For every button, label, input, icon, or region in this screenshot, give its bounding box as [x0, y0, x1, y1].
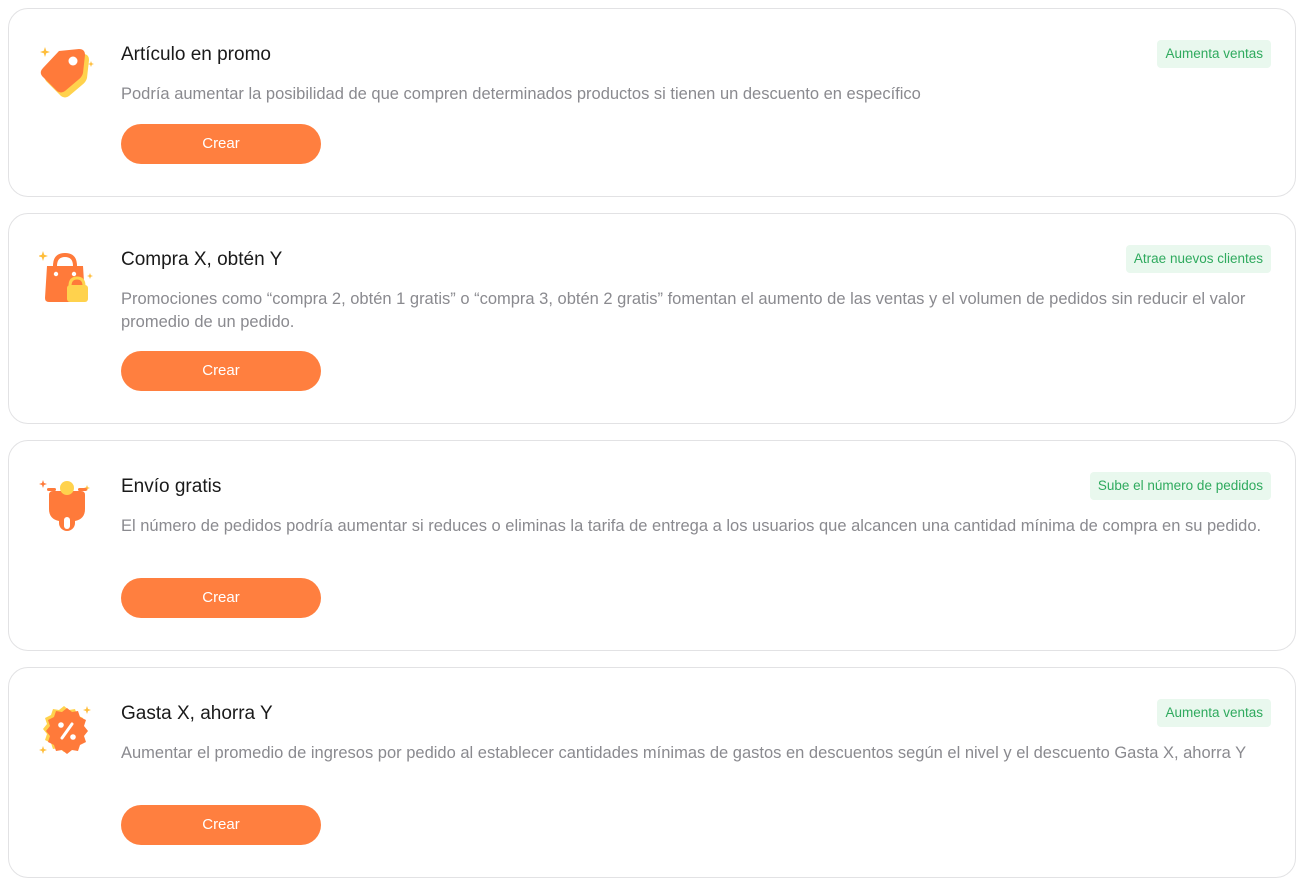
status-badge: Aumenta ventas	[1157, 699, 1271, 727]
card-description: Aumentar el promedio de ingresos por ped…	[121, 744, 1247, 762]
card-description: Promociones como “compra 2, obtén 1 grat…	[121, 290, 1246, 331]
percent-badge-icon	[39, 702, 95, 758]
card-description: Podría aumentar la posibilidad de que co…	[121, 85, 921, 103]
promo-card-compra-x-obten-y: Compra X, obtén Y Atrae nuevos clientes …	[8, 213, 1296, 424]
promo-card-articulo-en-promo: Artículo en promo Aumenta ventas Podría …	[8, 8, 1296, 197]
promo-card-envio-gratis: Envío gratis Sube el número de pedidos E…	[8, 440, 1296, 651]
status-badge: Sube el número de pedidos	[1089, 472, 1271, 500]
card-title: Artículo en promo	[121, 44, 271, 65]
create-button[interactable]: Crear	[121, 578, 321, 618]
create-button[interactable]: Crear	[121, 805, 321, 845]
card-title: Gasta X, ahorra Y	[121, 703, 273, 724]
create-button[interactable]: Crear	[121, 124, 321, 164]
status-badge: Aumenta ventas	[1157, 40, 1271, 68]
status-badge: Atrae nuevos clientes	[1125, 245, 1271, 273]
card-title: Compra X, obtén Y	[121, 249, 283, 270]
promo-card-gasta-x-ahorra-y: Gasta X, ahorra Y Aumenta ventas Aumenta…	[8, 667, 1296, 878]
create-button[interactable]: Crear	[121, 351, 321, 391]
shopping-bag-icon	[39, 248, 95, 304]
delivery-scooter-icon	[39, 475, 95, 531]
tag-icon	[39, 43, 95, 99]
card-title: Envío gratis	[121, 476, 222, 497]
card-description: El número de pedidos podría aumentar si …	[121, 517, 1262, 535]
